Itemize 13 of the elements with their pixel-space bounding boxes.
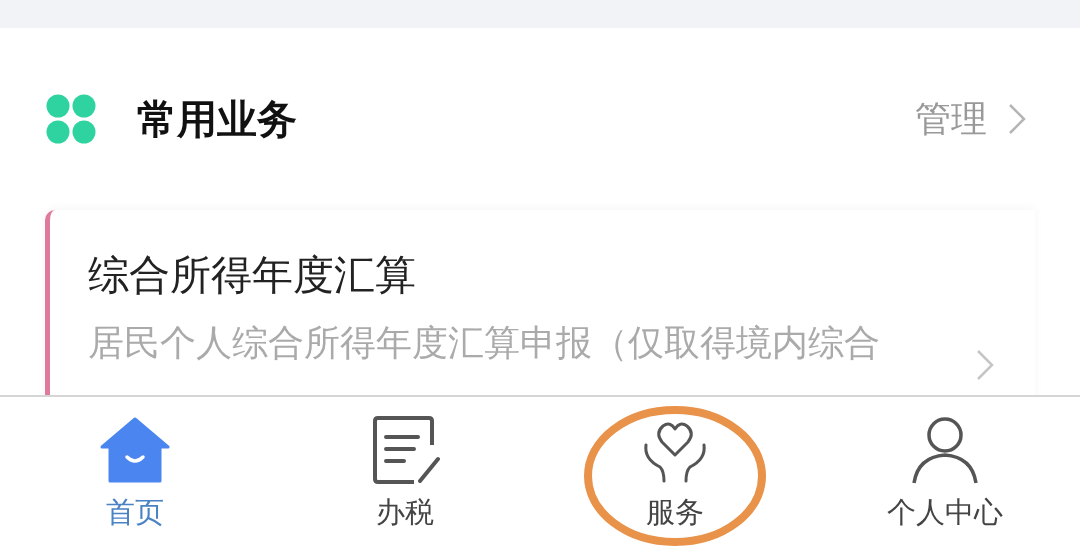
card-description: 居民个人综合所得年度汇算申报（仅取得境内综合 — [88, 321, 881, 365]
card-title: 综合所得年度汇算 — [88, 250, 417, 301]
document-pen-icon — [370, 415, 440, 485]
tab[interactable]: 个人中心 — [810, 397, 1080, 550]
home-icon — [100, 415, 170, 485]
chevron-icon[interactable] — [975, 348, 995, 382]
clover-icon — [45, 93, 97, 145]
section-title: 常用业务 — [137, 94, 298, 144]
chevron-icon[interactable] — [1007, 102, 1027, 136]
tab[interactable]: 办税 — [270, 397, 540, 550]
tab[interactable]: 首页 — [0, 397, 270, 550]
tab[interactable]: 服务 — [540, 397, 810, 550]
person-icon — [910, 415, 980, 485]
